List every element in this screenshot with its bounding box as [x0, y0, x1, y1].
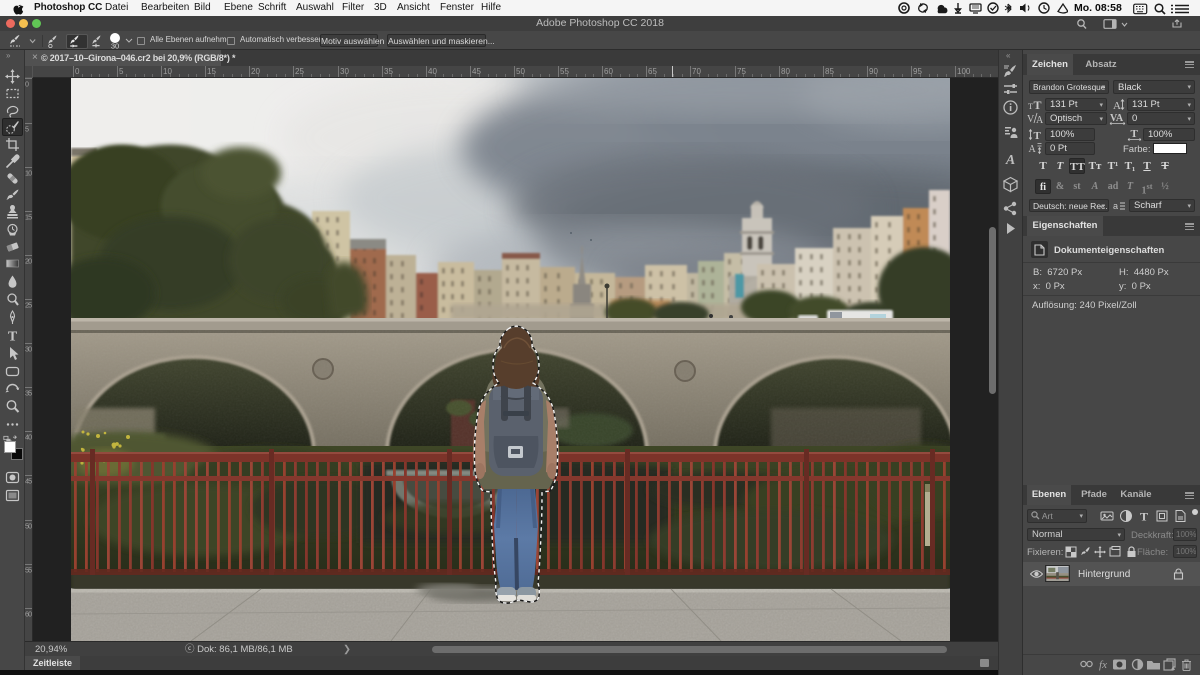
svg-text:T: T	[1034, 130, 1042, 141]
svg-text:T: T	[1028, 102, 1033, 111]
svg-text:T: T	[1034, 98, 1042, 111]
svg-text:A: A	[1029, 144, 1037, 155]
svg-text:a: a	[1113, 201, 1118, 211]
svg-text:A: A	[1113, 100, 1121, 111]
svg-text:VA: VA	[1110, 113, 1124, 124]
svg-text:A: A	[1005, 153, 1015, 168]
svg-text:T: T	[1131, 128, 1139, 140]
svg-text:A: A	[1036, 115, 1043, 125]
svg-text:T: T	[1140, 510, 1148, 524]
svg-text:T: T	[8, 330, 18, 344]
svg-text:fx: fx	[1099, 659, 1107, 671]
svg-text:30: 30	[111, 42, 119, 51]
svg-text:V: V	[1027, 114, 1035, 125]
